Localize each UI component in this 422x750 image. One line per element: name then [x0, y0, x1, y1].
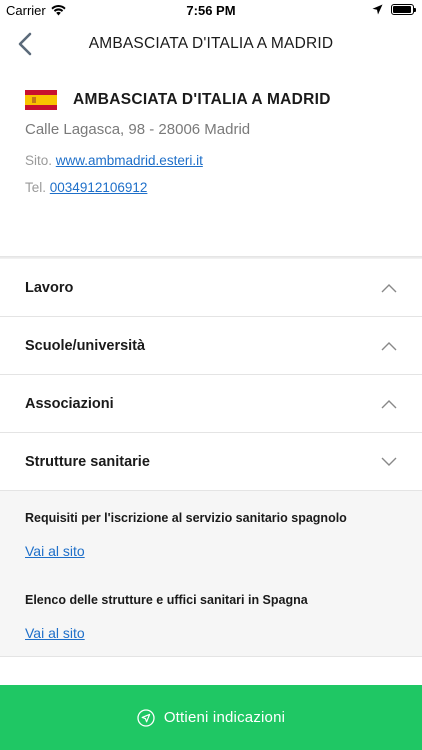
- chevron-left-icon: [18, 32, 32, 56]
- embassy-header: AMBASCIATA D'ITALIA A MADRID: [25, 90, 331, 110]
- back-button[interactable]: [10, 29, 40, 59]
- site-label: Sito.: [25, 153, 53, 168]
- nav-bar: AMBASCIATA D'ITALIA A MADRID: [0, 22, 422, 66]
- status-time: 7:56 PM: [186, 3, 236, 18]
- visit-site-link[interactable]: Vai al sito: [25, 625, 85, 641]
- spain-flag-icon: [25, 90, 57, 110]
- accordion-expanded-panel: Requisiti per l'iscrizione al servizio s…: [0, 491, 422, 657]
- link-block-title: Requisiti per l'iscrizione al servizio s…: [25, 511, 347, 525]
- chevron-down-icon: [381, 457, 397, 466]
- tel-link[interactable]: 0034912106912: [50, 180, 148, 195]
- accordion-label: Scuole/università: [25, 337, 146, 354]
- status-bar: Carrier 7:56 PM: [0, 0, 422, 22]
- site-line: Sito. www.ambmadrid.esteri.it: [25, 153, 203, 168]
- page-title: AMBASCIATA D'ITALIA A MADRID: [88, 35, 334, 52]
- tel-label: Tel.: [25, 180, 47, 195]
- battery-fill: [393, 6, 412, 13]
- status-right: [372, 4, 416, 15]
- embassy-name: AMBASCIATA D'ITALIA A MADRID: [73, 91, 331, 108]
- chevron-up-icon: [381, 399, 397, 408]
- accordion-label: Lavoro: [25, 279, 74, 296]
- accordion-label: Strutture sanitarie: [25, 453, 150, 470]
- accordion-label: Associazioni: [25, 395, 114, 412]
- battery-icon: [391, 4, 416, 15]
- chevron-up-icon: [381, 283, 397, 292]
- visit-site-link[interactable]: Vai al sito: [25, 543, 85, 559]
- site-link[interactable]: www.ambmadrid.esteri.it: [56, 153, 203, 168]
- get-directions-button[interactable]: Ottieni indicazioni: [0, 685, 422, 750]
- accordion-item-scuole[interactable]: Scuole/università: [0, 317, 422, 375]
- location-arrow-icon: [372, 4, 383, 15]
- tel-line: Tel. 0034912106912: [25, 180, 147, 195]
- embassy-card: AMBASCIATA D'ITALIA A MADRID Calle Lagas…: [0, 66, 422, 256]
- embassy-address: Calle Lagasca, 98 - 28006 Madrid: [25, 121, 251, 138]
- accordion-item-strutture-sanitarie[interactable]: Strutture sanitarie: [0, 433, 422, 491]
- accordion-item-lavoro[interactable]: Lavoro: [0, 259, 422, 317]
- accordion: Lavoro Scuole/università Associazioni St…: [0, 259, 422, 657]
- chevron-up-icon: [381, 341, 397, 350]
- get-directions-label: Ottieni indicazioni: [163, 709, 286, 726]
- link-block-title: Elenco delle strutture e uffici sanitari…: [25, 593, 308, 607]
- navigation-icon: [137, 708, 155, 727]
- accordion-item-associazioni[interactable]: Associazioni: [0, 375, 422, 433]
